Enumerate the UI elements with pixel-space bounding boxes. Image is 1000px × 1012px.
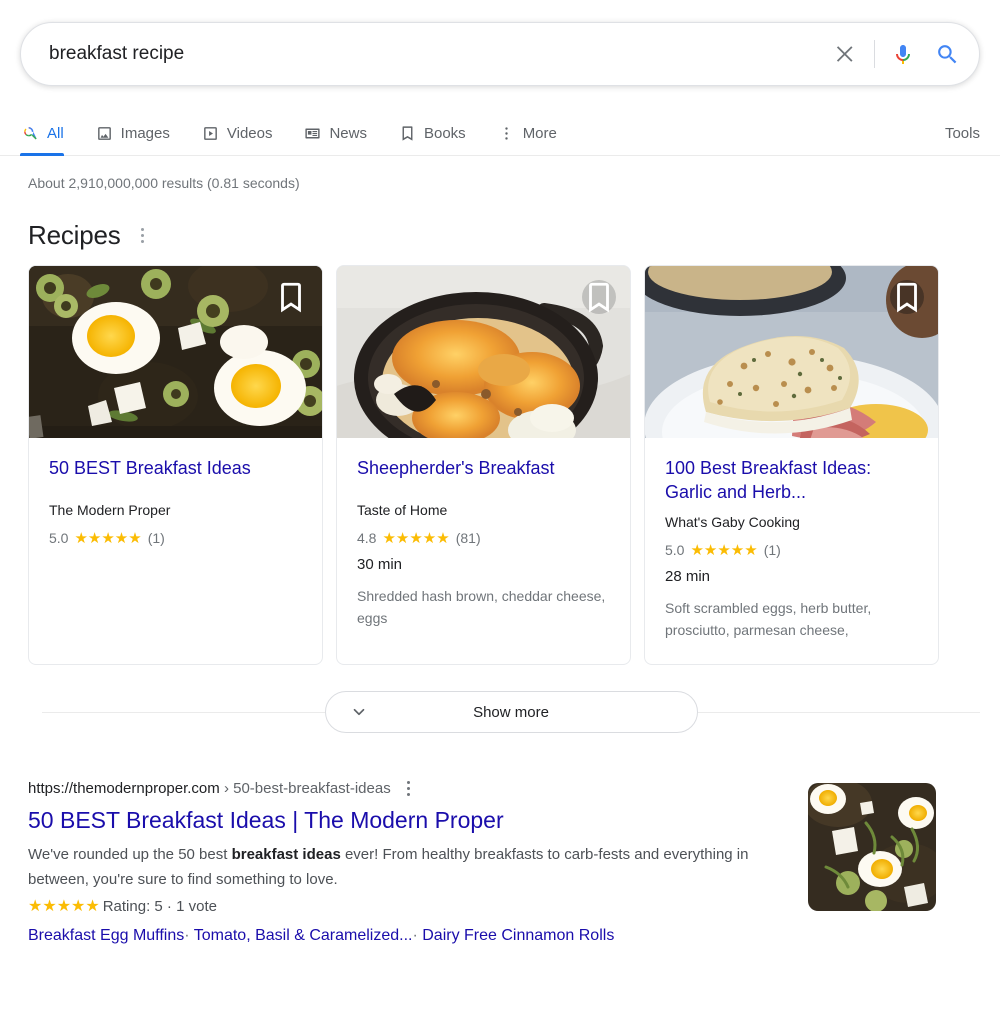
recipe-card[interactable]: Sheepherder's Breakfast Taste of Home 4.… xyxy=(336,265,631,666)
search-bar-actions xyxy=(824,32,969,76)
tab-videos[interactable]: Videos xyxy=(200,125,287,155)
more-dots-icon xyxy=(498,125,515,142)
recipe-source: The Modern Proper xyxy=(49,502,171,519)
tab-label: All xyxy=(47,125,64,142)
recipe-ingredients: Soft scrambled eggs, herb butter, prosci… xyxy=(665,600,872,639)
organic-result: https://themodernproper.com › 50-best-br… xyxy=(0,777,1000,949)
sitelinks: Breakfast Egg Muffins· Tomato, Basil & C… xyxy=(28,923,788,949)
show-more-label: Show more xyxy=(473,703,549,721)
search-nav-tabs: All Images Videos News Books More Tools xyxy=(0,108,1000,156)
kebab-menu-icon[interactable] xyxy=(135,224,150,247)
tab-label: More xyxy=(522,125,557,142)
tab-label: Videos xyxy=(226,125,273,142)
review-count: (81) xyxy=(455,530,481,547)
star-rating-icon: ★★★★★ xyxy=(690,541,758,559)
recipe-image xyxy=(29,266,322,439)
tools-button[interactable]: Tools xyxy=(945,125,980,155)
rating-value: 5.0 xyxy=(49,530,69,547)
review-count: (1) xyxy=(147,530,165,547)
kebab-menu-icon[interactable] xyxy=(403,777,414,800)
tab-books[interactable]: Books xyxy=(397,125,480,155)
recipes-header: Recipes xyxy=(28,220,980,251)
recipe-time: 30 min xyxy=(357,556,403,574)
recipe-time: 28 min xyxy=(665,568,711,586)
sitelink-separator: · xyxy=(184,927,190,945)
recipe-rating: 5.0 ★★★★★ (1) xyxy=(49,529,302,547)
url-path: › 50-best-breakfast-ideas xyxy=(223,779,391,797)
recipe-card[interactable]: 100 Best Breakfast Ideas: Garlic and Her… xyxy=(644,265,939,666)
organic-result-main: https://themodernproper.com › 50-best-br… xyxy=(28,777,788,949)
sitelink[interactable]: Breakfast Egg Muffins xyxy=(28,927,184,944)
snippet-text-before: We've rounded up the 50 best xyxy=(28,846,232,864)
rating-value: 5.0 xyxy=(665,542,685,559)
recipe-title[interactable]: Sheepherder's Breakfast xyxy=(357,456,610,480)
recipe-card-body: 50 BEST Breakfast Ideas The Modern Prope… xyxy=(29,438,322,563)
tab-all[interactable]: All xyxy=(20,125,78,156)
book-icon xyxy=(399,125,416,142)
bookmark-icon[interactable] xyxy=(890,280,924,315)
review-count: (1) xyxy=(763,542,781,559)
rating-value: 4.8 xyxy=(357,530,377,547)
recipe-image xyxy=(337,266,630,439)
snippet-highlight: breakfast ideas xyxy=(231,846,341,864)
show-more-container: Show more xyxy=(42,691,980,734)
tab-list: All Images Videos News Books More xyxy=(20,125,587,156)
star-rating-icon: ★★★★★ xyxy=(74,529,142,547)
recipes-module: Recipes 50 BEST Breakfast Ideas The Mode… xyxy=(0,220,1000,666)
recipe-source: What's Gaby Cooking xyxy=(665,514,800,531)
recipe-rating: 5.0 ★★★★★ (1) xyxy=(665,541,918,559)
image-icon xyxy=(96,125,113,142)
search-icon[interactable] xyxy=(925,32,969,76)
recipes-heading: Recipes xyxy=(28,220,121,251)
recipe-card[interactable]: 50 BEST Breakfast Ideas The Modern Prope… xyxy=(28,265,323,666)
recipe-source: Taste of Home xyxy=(357,502,448,519)
sitelink[interactable]: Dairy Free Cinnamon Rolls xyxy=(422,927,614,944)
sitelink-separator: · xyxy=(412,927,418,945)
rating-text: Rating: 5 · 1 vote xyxy=(102,898,217,916)
tab-label: Books xyxy=(423,125,466,142)
search-icon xyxy=(22,125,39,142)
bookmark-icon[interactable] xyxy=(274,280,308,314)
bookmark-icon[interactable] xyxy=(582,280,616,315)
search-bar-divider xyxy=(874,40,875,68)
recipe-ingredients: Shredded hash brown, cheddar cheese, egg… xyxy=(357,588,606,627)
recipe-rating: 4.8 ★★★★★ (81) xyxy=(357,529,610,547)
recipe-image xyxy=(645,266,938,439)
search-bar-container xyxy=(0,0,1000,86)
close-icon[interactable] xyxy=(824,32,868,76)
recipe-title[interactable]: 50 BEST Breakfast Ideas xyxy=(49,456,302,480)
star-rating-icon: ★★★★★ xyxy=(382,529,450,547)
tab-label: News xyxy=(329,125,367,142)
result-thumbnail[interactable] xyxy=(808,783,936,912)
recipe-card-body: Sheepherder's Breakfast Taste of Home 4.… xyxy=(337,438,630,645)
recipe-card-body: 100 Best Breakfast Ideas: Garlic and Her… xyxy=(645,438,938,657)
star-rating-icon: ★★★★★ xyxy=(28,898,100,916)
recipe-title[interactable]: 100 Best Breakfast Ideas: Garlic and Her… xyxy=(665,456,918,504)
tab-more[interactable]: More xyxy=(496,125,571,155)
show-more-button[interactable]: Show more xyxy=(324,691,698,734)
result-stats: About 2,910,000,000 results (0.81 second… xyxy=(28,175,300,191)
recipe-card-list: 50 BEST Breakfast Ideas The Modern Prope… xyxy=(28,265,980,666)
result-snippet: We've rounded up the 50 best breakfast i… xyxy=(28,842,773,892)
search-results-page: All Images Videos News xyxy=(0,0,1000,1012)
search-bar[interactable] xyxy=(20,22,980,86)
url-domain: https://themodernproper.com xyxy=(28,779,220,797)
microphone-icon[interactable] xyxy=(881,32,925,76)
tab-label: Images xyxy=(120,125,170,142)
result-title[interactable]: 50 BEST Breakfast Ideas | The Modern Pro… xyxy=(28,805,788,835)
news-icon xyxy=(304,125,321,142)
video-icon xyxy=(202,125,219,142)
tab-images[interactable]: Images xyxy=(94,125,184,155)
sitelink[interactable]: Tomato, Basil & Caramelized... xyxy=(194,927,413,944)
search-input[interactable] xyxy=(49,41,824,67)
result-url[interactable]: https://themodernproper.com › 50-best-br… xyxy=(28,779,391,799)
result-rating: ★★★★★ Rating: 5 · 1 vote xyxy=(28,895,788,919)
tab-news[interactable]: News xyxy=(302,125,381,155)
breadcrumb: https://themodernproper.com › 50-best-br… xyxy=(28,777,788,800)
